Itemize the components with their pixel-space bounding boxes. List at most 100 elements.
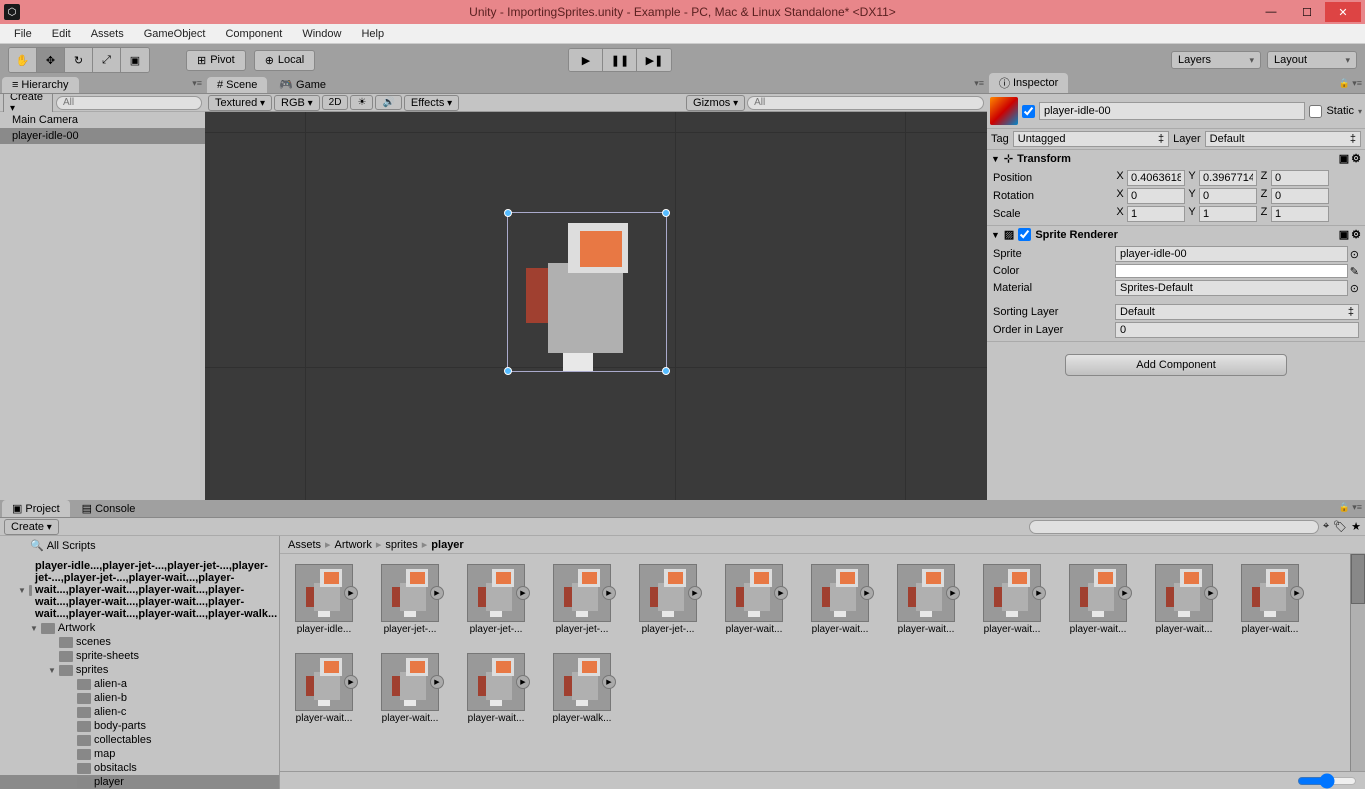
panel-menu-icon[interactable]: ▾≡ — [192, 78, 202, 89]
tree-item[interactable]: obsitacls — [0, 761, 279, 775]
asset-item[interactable]: ▶player-jet-... — [548, 564, 616, 635]
component-enabled-checkbox[interactable] — [1018, 228, 1031, 241]
asset-item[interactable]: ▶player-wait... — [1236, 564, 1304, 635]
save-search-icon[interactable]: ★ — [1351, 520, 1361, 533]
tag-dropdown[interactable]: Untagged ‡ — [1013, 131, 1169, 147]
scene-tab[interactable]: # Scene — [207, 77, 267, 93]
tree-item-assets[interactable]: ▼player-idle...,player-jet-...,player-je… — [0, 559, 279, 621]
search-filter-icon[interactable]: ⌖ — [1323, 520, 1329, 533]
play-icon[interactable]: ▶ — [344, 675, 358, 689]
sprite-selection-outline[interactable] — [507, 212, 667, 372]
eyedropper-icon[interactable]: ✎ — [1350, 265, 1359, 278]
panel-menu-icon[interactable]: ▾≡ — [974, 78, 984, 89]
play-icon[interactable]: ▶ — [516, 675, 530, 689]
layer-dropdown[interactable]: Default ‡ — [1205, 131, 1361, 147]
2d-toggle[interactable]: 2D — [322, 95, 349, 110]
thumbnail-size-slider[interactable] — [1297, 773, 1357, 789]
play-icon[interactable]: ▶ — [516, 586, 530, 600]
asset-item[interactable]: ▶player-wait... — [720, 564, 788, 635]
tree-item[interactable]: body-parts — [0, 719, 279, 733]
hierarchy-tab[interactable]: ≡ Hierarchy — [2, 77, 79, 93]
menu-file[interactable]: File — [4, 26, 42, 42]
scene-search[interactable] — [747, 96, 984, 110]
render-dropdown[interactable]: RGB ▾ — [274, 95, 320, 111]
static-dropdown-icon[interactable]: ▾ — [1358, 107, 1362, 116]
help-icon[interactable]: ▣ — [1339, 228, 1349, 241]
asset-item[interactable]: ▶player-jet-... — [462, 564, 530, 635]
active-checkbox[interactable] — [1022, 105, 1035, 118]
menu-edit[interactable]: Edit — [42, 26, 81, 42]
step-button[interactable]: ▶❚ — [637, 49, 671, 71]
layers-dropdown[interactable]: Layers — [1171, 51, 1261, 69]
project-search[interactable] — [1029, 520, 1319, 534]
search-filter-icon[interactable]: 🏷 — [1333, 520, 1347, 533]
scale-x[interactable] — [1127, 206, 1185, 222]
object-picker-icon[interactable]: ⊙ — [1350, 282, 1359, 295]
play-icon[interactable]: ▶ — [430, 675, 444, 689]
menu-window[interactable]: Window — [292, 26, 351, 42]
play-icon[interactable]: ▶ — [1290, 586, 1304, 600]
play-icon[interactable]: ▶ — [688, 586, 702, 600]
asset-item[interactable]: ▶player-walk... — [548, 653, 616, 724]
tree-item[interactable]: ▼Artwork — [0, 621, 279, 635]
play-icon[interactable]: ▶ — [1204, 586, 1218, 600]
rotate-tool[interactable]: ↻ — [65, 48, 93, 72]
project-create-button[interactable]: Create ▾ — [4, 519, 59, 535]
object-name-field[interactable] — [1039, 102, 1305, 120]
asset-item[interactable]: ▶player-wait... — [1150, 564, 1218, 635]
gameobject-icon[interactable] — [990, 97, 1018, 125]
menu-assets[interactable]: Assets — [81, 26, 134, 42]
gear-icon[interactable]: ⚙ — [1351, 152, 1361, 165]
sorting-layer-dropdown[interactable]: Default‡ — [1115, 304, 1359, 320]
tree-item[interactable]: player — [0, 775, 279, 789]
menu-component[interactable]: Component — [215, 26, 292, 42]
layout-dropdown[interactable]: Layout — [1267, 51, 1357, 69]
order-in-layer-field[interactable] — [1115, 322, 1359, 338]
tree-item[interactable]: scenes — [0, 635, 279, 649]
rect-tool[interactable]: ▣ — [121, 48, 149, 72]
panel-menu-icon[interactable]: 🔒 ▾≡ — [1339, 502, 1362, 513]
menu-help[interactable]: Help — [351, 26, 394, 42]
play-button[interactable]: ▶ — [569, 49, 603, 71]
move-tool[interactable]: ✥ — [37, 48, 65, 72]
add-component-button[interactable]: Add Component — [1065, 354, 1287, 376]
play-icon[interactable]: ▶ — [1118, 586, 1132, 600]
menu-gameobject[interactable]: GameObject — [134, 26, 216, 42]
hand-tool[interactable]: ✋ — [9, 48, 37, 72]
minimize-button[interactable]: — — [1253, 2, 1289, 22]
resize-handle[interactable] — [504, 367, 512, 375]
tree-item[interactable]: alien-c — [0, 705, 279, 719]
inspector-tab[interactable]: ⓘ Inspector — [989, 73, 1068, 93]
breadcrumb-item[interactable]: player — [431, 539, 463, 551]
asset-item[interactable]: ▶player-wait... — [806, 564, 874, 635]
tree-item[interactable]: 🔍All Scripts — [0, 538, 279, 553]
hierarchy-item[interactable]: player-idle-00 — [0, 128, 205, 144]
rotation-y[interactable] — [1199, 188, 1257, 204]
asset-item[interactable]: ▶player-jet-... — [376, 564, 444, 635]
project-tab[interactable]: ▣ Project — [2, 500, 70, 517]
panel-menu-icon[interactable]: 🔒 ▾≡ — [1339, 78, 1362, 89]
asset-item[interactable]: ▶player-wait... — [376, 653, 444, 724]
hierarchy-item[interactable]: Main Camera — [0, 112, 205, 128]
resize-handle[interactable] — [662, 367, 670, 375]
maximize-button[interactable]: ☐ — [1289, 2, 1325, 22]
tree-item[interactable]: sprite-sheets — [0, 649, 279, 663]
tree-item[interactable]: map — [0, 747, 279, 761]
breadcrumb-item[interactable]: sprites — [385, 539, 417, 551]
asset-item[interactable]: ▶player-wait... — [290, 653, 358, 724]
local-toggle[interactable]: ⊕Local — [254, 50, 316, 71]
close-button[interactable]: ✕ — [1325, 2, 1361, 22]
tree-item[interactable]: alien-a — [0, 677, 279, 691]
static-checkbox[interactable] — [1309, 105, 1322, 118]
console-tab[interactable]: ▤ Console — [72, 500, 146, 517]
position-x[interactable] — [1127, 170, 1185, 186]
scene-view[interactable] — [205, 112, 987, 500]
play-icon[interactable]: ▶ — [1032, 586, 1046, 600]
position-y[interactable] — [1199, 170, 1257, 186]
breadcrumb-item[interactable]: Assets — [288, 539, 321, 551]
scale-tool[interactable]: ⤢ — [93, 48, 121, 72]
foldout-icon[interactable]: ▼ — [991, 230, 1000, 240]
position-z[interactable] — [1271, 170, 1329, 186]
resize-handle[interactable] — [504, 209, 512, 217]
play-icon[interactable]: ▶ — [602, 586, 616, 600]
